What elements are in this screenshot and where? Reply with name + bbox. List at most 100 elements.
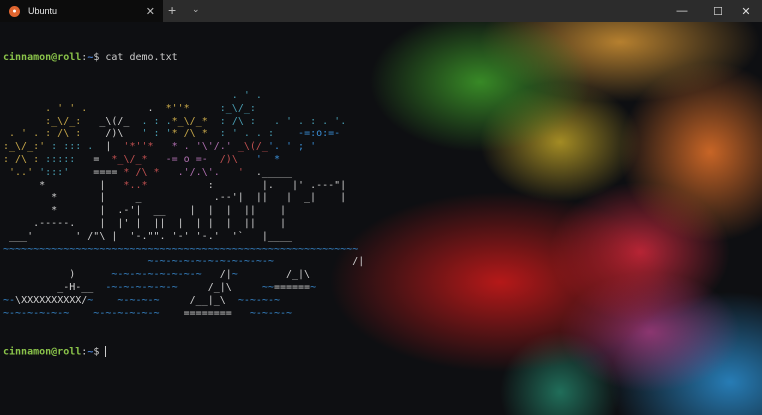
art-line: _-H-__ -~-~-~-~-~-~ /_|\ ~~======~ xyxy=(3,282,364,295)
art-segment: -~-~-~-~-~-~ xyxy=(99,281,184,293)
new-tab-button[interactable]: + xyxy=(168,2,176,18)
art-line: * | *..* : |. |' .---"| xyxy=(3,180,364,193)
art-segment: . xyxy=(87,102,154,114)
art-segment: _\(/_ xyxy=(81,115,130,127)
art-segment: :_\/_: xyxy=(189,102,256,114)
art-segment: ~-~-~-~ xyxy=(93,294,178,306)
art-segment: ~-~-~-~ xyxy=(231,307,293,319)
art-segment: /)\ xyxy=(81,128,124,140)
art-segment: ':::' xyxy=(39,166,76,178)
art-segment: ' xyxy=(225,166,250,178)
art-line: ~~~~~~~~~~~~~~~~~~~~~~~~~~~~~~~~~~~~~~~~… xyxy=(3,244,364,257)
minimize-button[interactable]: — xyxy=(662,0,702,22)
ascii-art-output: . ' . . ' ' . . *''* :_\/_: :_\/_: _\(/_… xyxy=(3,90,364,320)
tab-close-icon[interactable]: ✕ xyxy=(146,5,155,18)
art-segment: ' : ' xyxy=(123,128,172,140)
art-segment: * /\ * xyxy=(117,166,160,178)
art-line: * | .-'| __ | | | || | xyxy=(3,205,364,218)
art-segment: '*''* xyxy=(111,141,154,153)
art-segment: /| xyxy=(207,269,232,281)
art-segment: ~~ xyxy=(237,281,274,293)
art-segment: : ::: . xyxy=(51,141,94,153)
art-segment: ====== xyxy=(273,281,311,293)
art-segment: /__|_\ xyxy=(177,294,226,306)
art-segment: * . '\'/.' xyxy=(153,141,238,153)
art-segment: ' * xyxy=(243,153,280,165)
art-segment: . ' . xyxy=(3,89,262,101)
art-segment: . ' . : . '. xyxy=(255,115,347,127)
art-segment: -=:o:=- xyxy=(273,128,341,140)
art-segment: | xyxy=(93,141,112,153)
art-segment: /_|\ xyxy=(237,269,311,281)
art-line: : /\ : ::::: = *_\/_* -= o =- /)\ ' * xyxy=(3,154,364,167)
art-segment: ~-~-~-~-~-~-~-~ xyxy=(111,269,208,281)
art-segment: : /\ : xyxy=(207,115,256,127)
art-segment: '..' xyxy=(3,166,40,178)
art-segment: : /\ : xyxy=(3,153,46,165)
art-line: .-----. | |' | || | | | | || | xyxy=(3,218,364,231)
tab-title: Ubuntu xyxy=(28,6,58,16)
art-segment: . ' ' . xyxy=(3,102,88,114)
text-cursor xyxy=(105,345,107,357)
art-segment: ~~~~~~~~~~~~~~~~~~~~~~~~~~~~~~~~~~~~~~~~… xyxy=(3,243,359,255)
art-segment: .-----. | |' | || | | | | || | xyxy=(3,217,286,229)
art-line: ~-~-~-~-~-~ ~-~-~-~-~-~ ======== ~-~-~-~ xyxy=(3,308,364,321)
art-segment: _-H-__ xyxy=(3,281,100,293)
art-segment: : ' . . : xyxy=(207,128,274,140)
art-segment: ==== xyxy=(75,166,118,178)
prompt-user: cinnamon@roll xyxy=(3,346,82,358)
art-segment: .'/.\'. xyxy=(159,166,226,178)
art-segment: /_|\ xyxy=(183,281,238,293)
art-segment: ~-~-~-~ xyxy=(225,294,280,306)
art-line: * | _ .--'| || | _| | xyxy=(3,192,364,205)
prompt-dollar: $ xyxy=(93,51,106,63)
art-segment: :_\/_: xyxy=(3,115,82,127)
art-segment: ~-~-~-~-~-~-~-~-~-~-~ xyxy=(3,256,286,268)
art-segment: /)\ xyxy=(213,153,244,165)
art-segment: : |. |' .---"| xyxy=(147,179,347,191)
art-segment: ~- xyxy=(3,294,16,306)
art-segment: /| xyxy=(285,256,365,268)
art-segment: *''* xyxy=(153,102,190,114)
art-line: :_\/_:' : ::: . | '*''* * . '\'/.' _\(/_… xyxy=(3,141,364,154)
art-line: . ' ' . . *''* :_\/_: xyxy=(3,103,364,116)
art-segment: ~-~-~-~-~-~ ~-~-~-~-~-~ xyxy=(3,307,178,319)
art-segment: * /\ * xyxy=(171,128,208,140)
art-segment: '. ' ; ' xyxy=(267,141,317,153)
art-line: . ' . : /\ : /)\ ' : '* /\ * : ' . . : -… xyxy=(3,128,364,141)
art-segment: * | _ .--'| || | _| | xyxy=(3,192,347,204)
art-segment: *_\/_* xyxy=(171,115,208,127)
art-segment: ___' ' /"\ | '-."". '-' '-.' '` |____ xyxy=(3,230,292,242)
tab-dropdown-chevron-icon[interactable]: ⌄ xyxy=(192,4,200,15)
art-segment: ::::: xyxy=(45,153,76,165)
art-segment: -= o =- xyxy=(147,153,214,165)
art-line: ___' ' /"\ | '-."". '-' '-.' '` |____ xyxy=(3,231,364,244)
prompt-dollar: $ xyxy=(93,346,106,358)
art-segment: ._____ xyxy=(249,166,293,178)
art-segment: _\(/_ xyxy=(237,141,268,153)
title-bar: ● Ubuntu ✕ + ⌄ — ☐ ✕ xyxy=(0,0,762,22)
art-line: ~-~-~-~-~-~-~-~-~-~-~ /| xyxy=(3,256,364,269)
art-segment: *_\/_* xyxy=(99,153,148,165)
current-prompt-line[interactable]: cinnamon@roll:~$ xyxy=(3,345,364,359)
art-line: ) ~-~-~-~-~-~-~-~ /|~ /_|\ xyxy=(3,269,364,282)
art-segment: \XXXXXXXXXX/ xyxy=(15,294,88,306)
art-segment: *..* xyxy=(123,179,148,191)
art-segment: . : . xyxy=(129,115,172,127)
terminal-area[interactable]: cinnamon@roll:~$ cat demo.txt . ' . . ' … xyxy=(0,22,762,415)
close-window-button[interactable]: ✕ xyxy=(726,0,762,22)
art-line: '..' ':::' ==== * /\ * .'/.\'. ' ._____ xyxy=(3,167,364,180)
art-segment: ) xyxy=(3,269,112,281)
art-segment: * | .-'| __ | | | || | xyxy=(3,205,286,217)
art-segment: . ' . : /\ : xyxy=(3,128,82,140)
art-segment: = xyxy=(75,153,100,165)
ubuntu-logo-icon: ● xyxy=(9,5,20,17)
command-line: cinnamon@roll:~$ cat demo.txt xyxy=(3,52,364,65)
art-line: :_\/_: _\(/_ . : .*_\/_* : /\ : . ' . : … xyxy=(3,116,364,129)
art-line: . ' . xyxy=(3,90,364,103)
art-segment: :_\/_:' xyxy=(3,141,52,153)
tab-ubuntu[interactable]: ● Ubuntu ✕ xyxy=(0,0,163,22)
art-segment: * | xyxy=(3,179,124,191)
art-segment: ======== xyxy=(177,307,232,319)
art-segment: ~ xyxy=(310,281,317,293)
